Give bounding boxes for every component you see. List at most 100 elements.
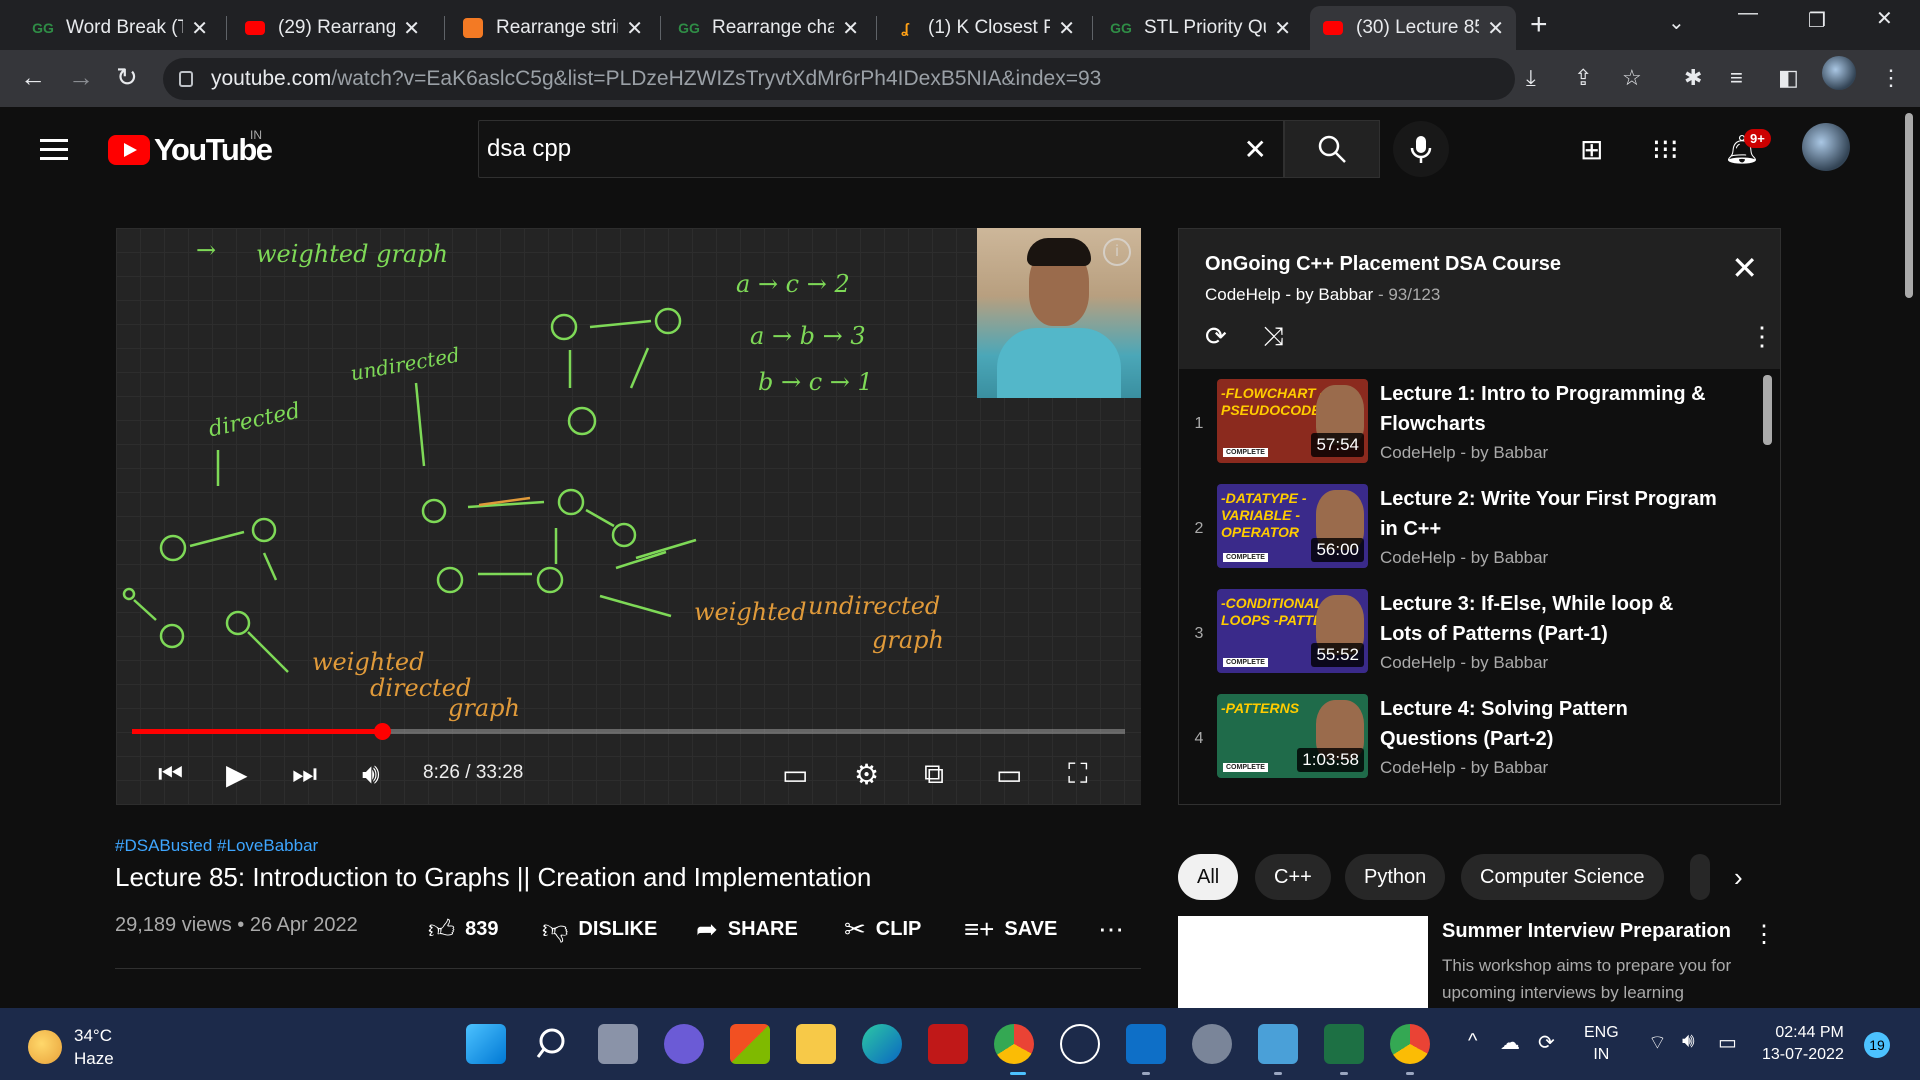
create-video-icon[interactable]: ⊞	[1580, 133, 1603, 166]
more-actions-icon[interactable]: ⋯	[1098, 914, 1134, 945]
playlist-scrollbar[interactable]	[1763, 375, 1772, 445]
notification-center-badge[interactable]: 19	[1864, 1032, 1890, 1058]
share-button[interactable]: ➦ SHARE	[696, 914, 798, 945]
theater-mode-icon[interactable]: ▭	[996, 758, 1022, 791]
media-control-icon[interactable]: ≡	[1730, 65, 1743, 91]
close-playlist-icon[interactable]: ✕	[1731, 249, 1758, 287]
video-thumbnail[interactable]: -DATATYPE -VARIABLE -OPERATOR COMPLETE 5…	[1217, 484, 1368, 568]
youtube-account-avatar[interactable]	[1802, 123, 1850, 171]
browser-tab[interactable]: Rearrange strin ✕	[450, 6, 655, 50]
edge-icon[interactable]	[862, 1024, 902, 1064]
browser-tab[interactable]: ʆ (1) K Closest Pc ✕	[882, 6, 1087, 50]
browser-tab[interactable]: GG STL Priority Qu ✕	[1098, 6, 1303, 50]
forward-button[interactable]: →	[68, 62, 94, 93]
chip-all[interactable]: All	[1178, 854, 1239, 900]
chip-python[interactable]: Python	[1345, 854, 1446, 900]
close-tab-icon[interactable]: ✕	[1274, 16, 1291, 41]
tab-search-chevron-icon[interactable]: ⌄	[1668, 10, 1685, 35]
clock[interactable]: 02:44 PM 13-07-2022	[1762, 1022, 1844, 1066]
video-thumbnail[interactable]: -PATTERNS COMPLETE 1:03:58	[1217, 694, 1368, 778]
next-video-icon[interactable]: ⏭︎	[292, 758, 317, 791]
video-progress-bar[interactable]	[132, 723, 1125, 740]
restore-button[interactable]: ❐	[1808, 8, 1826, 33]
recommended-more-icon[interactable]: ⋮	[1752, 920, 1776, 949]
language-indicator[interactable]: ENG IN	[1584, 1022, 1619, 1066]
like-button[interactable]: 👍︎ 839	[428, 914, 499, 945]
side-panel-icon[interactable]: ◧	[1778, 65, 1799, 91]
file-explorer-icon[interactable]	[796, 1024, 836, 1064]
chip-cpp[interactable]: C++	[1255, 854, 1331, 900]
close-tab-icon[interactable]: ✕	[403, 16, 420, 41]
playlist-title[interactable]: OnGoing C++ Placement DSA Course	[1205, 253, 1561, 276]
youtube-logo[interactable]: YouTube IN	[108, 128, 273, 168]
chrome-profile-icon[interactable]	[1390, 1024, 1430, 1064]
photos-icon[interactable]	[1258, 1024, 1298, 1064]
profile-avatar[interactable]	[1822, 56, 1856, 90]
close-window-button[interactable]: ✕	[1876, 6, 1893, 31]
fullscreen-icon[interactable]: ⛶	[1068, 758, 1088, 791]
chat-icon[interactable]	[664, 1024, 704, 1064]
back-button[interactable]: ←	[20, 62, 46, 93]
vscode-icon[interactable]	[1126, 1024, 1166, 1064]
speaker-icon[interactable]: 🔊︎	[1682, 1030, 1695, 1053]
miniplayer-icon[interactable]: ⧉	[924, 758, 944, 791]
settings-gear-icon[interactable]: ⚙	[854, 758, 879, 791]
browser-tab[interactable]: GG Rearrange char ✕	[666, 6, 871, 50]
playlist-menu-icon[interactable]: ⋮	[1749, 321, 1775, 352]
browser-tab-active[interactable]: (30) Lecture 85 ✕	[1310, 6, 1516, 50]
install-app-icon[interactable]: ⤓	[1526, 65, 1536, 91]
task-view-icon[interactable]	[598, 1024, 638, 1064]
wifi-icon[interactable]: ⌔	[1648, 1030, 1667, 1055]
browser-tab[interactable]: GG Word Break (Tri ✕	[20, 6, 220, 50]
previous-video-icon[interactable]: ⏮︎	[158, 758, 183, 791]
info-icon[interactable]: i	[1103, 238, 1131, 266]
apps-grid-icon[interactable]: ⁝⁝⁝	[1652, 133, 1679, 166]
search-button[interactable]	[1284, 120, 1380, 178]
chips-next-chevron-icon[interactable]: ›	[1734, 862, 1743, 893]
bookmark-star-icon[interactable]: ☆	[1622, 65, 1642, 91]
dell-icon[interactable]	[1060, 1024, 1100, 1064]
clip-button[interactable]: ✂ CLIP	[844, 914, 921, 945]
extensions-icon[interactable]: ✱	[1684, 65, 1702, 91]
chrome-menu-icon[interactable]: ⋮	[1880, 65, 1902, 91]
start-button[interactable]	[466, 1024, 506, 1064]
close-tab-icon[interactable]: ✕	[191, 16, 208, 41]
close-tab-icon[interactable]: ✕	[1487, 16, 1504, 41]
dislike-button[interactable]: 👎︎ DISLIKE	[542, 914, 657, 945]
page-scrollbar[interactable]	[1900, 107, 1920, 1007]
store-icon[interactable]	[730, 1024, 770, 1064]
playlist-item[interactable]: 1 -FLOWCHART -PSEUDOCODE COMPLETE 57:54 …	[1179, 369, 1759, 473]
playlist-item[interactable]: 4 -PATTERNS COMPLETE 1:03:58 Lecture 4: …	[1179, 684, 1759, 788]
weather-widget[interactable]: 34°C Haze	[28, 1024, 114, 1070]
lock-icon[interactable]	[179, 71, 193, 87]
video-thumbnail[interactable]: -FLOWCHART -PSEUDOCODE COMPLETE 57:54	[1217, 379, 1368, 463]
browser-tab[interactable]: (29) Rearrange ✕	[232, 6, 432, 50]
sync-icon[interactable]: ⟳	[1538, 1030, 1555, 1055]
mcafee-icon[interactable]	[928, 1024, 968, 1064]
chrome-icon[interactable]	[994, 1024, 1034, 1064]
reload-button[interactable]: ↻	[116, 62, 138, 93]
minimize-button[interactable]: —	[1738, 2, 1758, 25]
search-input[interactable]	[479, 134, 1179, 164]
video-thumbnail[interactable]: -CONDITIONALS -LOOPS -PATTERNS COMPLETE …	[1217, 589, 1368, 673]
video-hashtags[interactable]: #DSABusted #LoveBabbar	[115, 836, 318, 856]
excel-icon[interactable]	[1324, 1024, 1364, 1064]
chip-computer-science[interactable]: Computer Science	[1461, 854, 1664, 900]
playlist-item[interactable]: 2 -DATATYPE -VARIABLE -OPERATOR COMPLETE…	[1179, 474, 1759, 578]
share-icon[interactable]: ⇪	[1574, 65, 1592, 91]
voice-search-button[interactable]	[1393, 121, 1449, 177]
save-button[interactable]: ≡+ SAVE	[964, 914, 1057, 945]
close-tab-icon[interactable]: ✕	[626, 16, 643, 41]
address-bar[interactable]: youtube.com/watch?v=EaK6aslcC5g&list=PLD…	[163, 58, 1515, 100]
settings-icon[interactable]	[1192, 1024, 1232, 1064]
battery-icon[interactable]: ▭	[1718, 1030, 1737, 1055]
search-taskbar-icon[interactable]	[532, 1024, 572, 1064]
close-tab-icon[interactable]: ✕	[1058, 16, 1075, 41]
show-hidden-icons-chevron-icon[interactable]: ^	[1468, 1030, 1477, 1053]
video-player[interactable]: → weighted graph directed undirected a →…	[116, 228, 1141, 805]
clear-search-icon[interactable]: ✕	[1244, 133, 1267, 166]
new-tab-button[interactable]: +	[1530, 8, 1548, 42]
shuffle-icon[interactable]: ⤨	[1263, 321, 1284, 353]
loop-playlist-icon[interactable]: ⟳	[1205, 321, 1227, 352]
volume-icon[interactable]: 🔊︎	[362, 758, 380, 791]
